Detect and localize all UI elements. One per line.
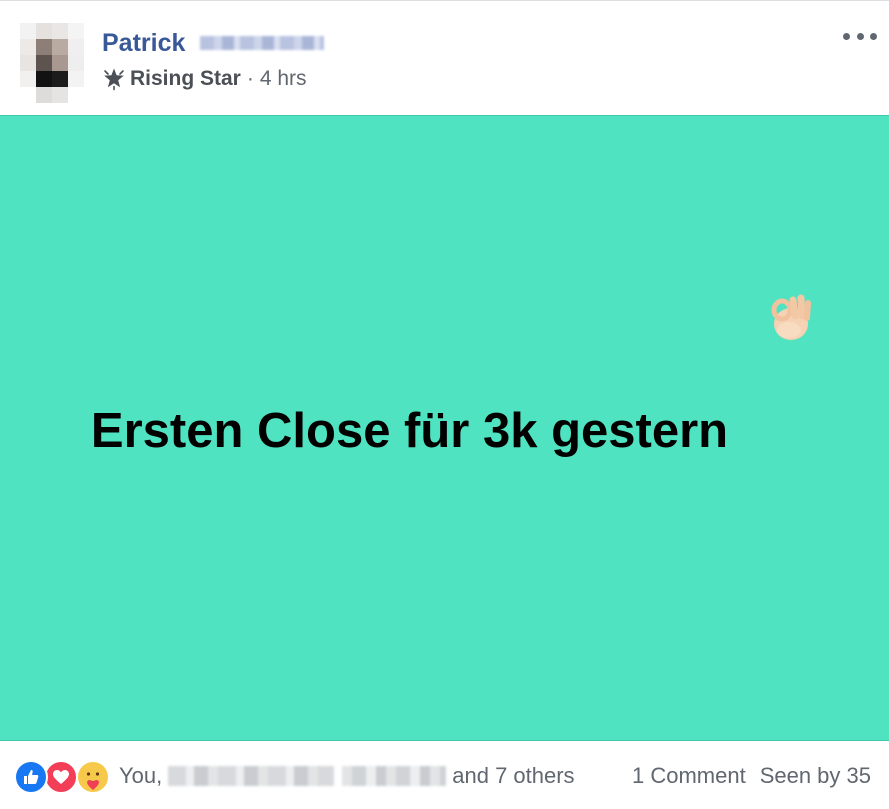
seen-by-count[interactable]: Seen by 35 [760, 763, 871, 789]
post-background: Ersten Close für 3k gestern [0, 115, 889, 741]
post-header: Patrick Rising Star · 4 hrs [0, 0, 889, 115]
reaction-summary[interactable]: You, and 7 others [119, 763, 575, 789]
post-meta: Rising Star · 4 hrs [102, 65, 307, 93]
likers-suffix: and 7 others [452, 763, 575, 788]
post-footer: You, and 7 others 1 Comment Seen by 35 [0, 741, 889, 809]
reaction-icons[interactable] [14, 760, 114, 798]
redacted-name [168, 766, 335, 786]
love-icon[interactable] [44, 760, 78, 794]
like-icon[interactable] [14, 760, 48, 794]
comments-count[interactable]: 1 Comment [632, 763, 746, 789]
avatar[interactable] [20, 23, 84, 103]
rising-star-icon [104, 68, 124, 91]
meta-separator: · [246, 67, 254, 90]
author-name[interactable]: Patrick [102, 27, 185, 59]
post-stats: 1 Comment Seen by 35 [632, 763, 871, 789]
post-card: Patrick Rising Star · 4 hrs Ersten Close… [0, 0, 889, 809]
redacted-name [342, 766, 447, 786]
more-options-icon[interactable] [843, 27, 877, 45]
post-text-container: Ersten Close für 3k gestern [0, 116, 889, 740]
post-timestamp[interactable]: 4 hrs [260, 67, 307, 91]
rising-star-badge[interactable]: Rising Star [130, 67, 241, 91]
ok-hand-icon [771, 294, 811, 340]
post-text: Ersten Close für 3k gestern [90, 404, 729, 458]
likers-prefix: You, [119, 763, 163, 788]
author-name-redacted [200, 36, 324, 50]
care-icon[interactable] [76, 760, 110, 794]
